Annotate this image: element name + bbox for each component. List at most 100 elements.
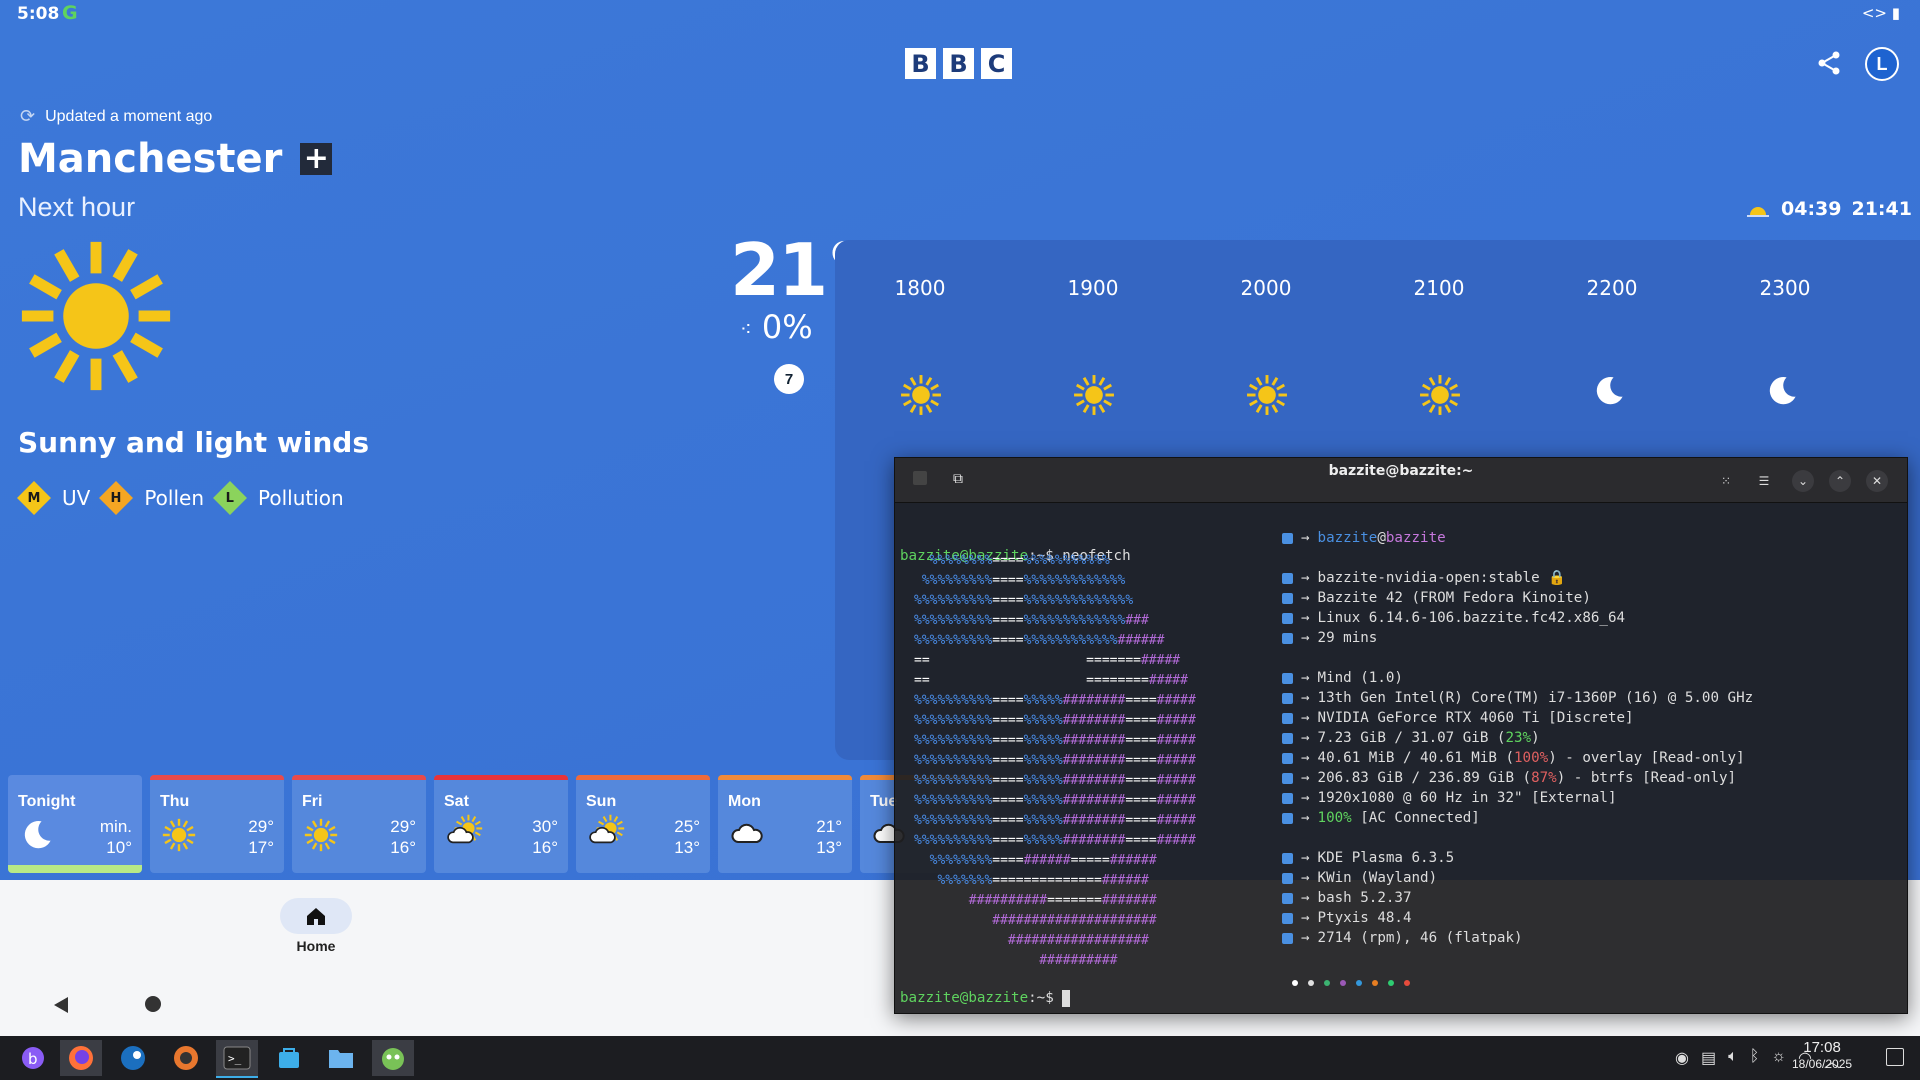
file-manager-icon[interactable] [320,1040,362,1076]
day-name: Thu [160,793,190,810]
refresh-icon[interactable]: ⟳ [20,106,35,127]
day-lo: 16° [532,838,558,857]
ascii-fragment: %%%%% [1023,713,1063,728]
day-hi: 25° [674,817,700,836]
info-row: → bazzite@bazzite [1282,528,1753,548]
info-text: 2714 (rpm), 46 (flatpak) [1317,930,1523,946]
app-launcher-icon[interactable]: b [12,1040,54,1076]
ascii-fragment: ###### [1101,873,1149,888]
arrow: → [1301,910,1310,926]
text-cursor [1062,989,1071,1007]
ascii-fragment: ##### [1148,673,1188,688]
info-row: → NVIDIA GeForce RTX 4060 Ti [Discrete] [1282,708,1753,728]
back-icon[interactable] [52,996,70,1014]
waydroid-icon[interactable] [372,1040,414,1076]
ascii-fragment: %%%%%%%%%% [914,593,993,608]
ascii-fragment: ###### [1109,853,1157,868]
add-location-button[interactable]: + [300,143,333,175]
ascii-fragment: ######## [1062,793,1126,808]
terminal-app-icon[interactable]: >_ [216,1040,258,1078]
home-nav-circle[interactable] [145,996,161,1012]
svg-text:>_: >_ [228,1052,242,1065]
badge-label[interactable]: Pollen [144,486,204,510]
info-row: → Ptyxis 48.4 [1282,908,1753,928]
discover-icon[interactable] [268,1040,310,1076]
minimize-icon[interactable]: ⌄ [1792,470,1814,492]
day-card[interactable]: Mon 21° 13° [718,775,852,873]
heroic-icon[interactable] [165,1040,207,1076]
nav-home-button[interactable] [280,898,352,934]
steam-tray-icon[interactable]: ◉ [1675,1048,1689,1072]
info-icon [1282,732,1293,744]
temperature-bar [434,775,568,780]
arrow: → [1301,810,1310,826]
day-card[interactable]: Sat 30° 16° [434,775,568,873]
day-card[interactable]: Tonight min. 10° [8,775,142,873]
sunset-time: 21:41 [1851,198,1912,220]
firefox-icon[interactable] [60,1040,102,1076]
steam-icon[interactable] [112,1040,154,1076]
info-row: → Linux 6.14.6-106.bazzite.fc42.x86_64 [1282,608,1753,628]
info-text: 13th Gen Intel(R) Core(TM) i7-1360P (16)… [1317,690,1754,706]
share-icon[interactable] [1816,50,1842,81]
ascii-fragment: ##### [1156,693,1196,708]
day-card[interactable]: Sun 25° 13° [576,775,710,873]
info-icon [1282,692,1293,704]
grid-icon[interactable]: ⁙ [1715,470,1737,492]
show-desktop-icon[interactable] [1886,1048,1904,1066]
ascii-fragment: %%%%%%%%% [914,573,993,588]
ascii-fragment: ##### [1156,753,1196,768]
ascii-fragment: ======= [1047,893,1102,908]
google-icon: G [62,2,78,24]
info-row: → 100% [AC Connected] [1282,808,1753,828]
volume-icon[interactable]: 🔈︎ [1728,1048,1738,1072]
info-row: → 13th Gen Intel(R) Core(TM) i7-1360P (16… [1282,688,1753,708]
badge-level: H [99,481,134,515]
terminal-content[interactable]: bazzite@bazzite:~$ neofetch %%%%%%%%====… [900,506,1907,1013]
period-label: Next hour [18,192,136,222]
ascii-fragment: ######## [1062,713,1126,728]
info-value: Ptyxis 48.4 [1318,908,1412,928]
close-icon[interactable]: ✕ [1866,470,1888,492]
hamburger-icon[interactable]: ☰ [1753,470,1775,492]
ascii-fragment: ######## [1062,813,1126,828]
badge-label[interactable]: Pollution [258,486,344,510]
clock-date: 18/06/2025 [1792,1057,1853,1071]
info-value: 13th Gen Intel(R) Core(TM) i7-1360P (16)… [1318,688,1754,708]
sun-icon [1073,374,1115,421]
bluetooth-icon[interactable]: ᛒ [1750,1048,1760,1072]
terminal-window[interactable]: bazzite@bazzite:~ ⧉ ⁙ ☰ ⌄ ⌃ ✕ bazzite@ba… [894,457,1908,1014]
info-text: 7.23 GiB / 31.07 GiB ( [1317,730,1506,746]
account-avatar[interactable]: L [1865,47,1899,81]
ascii-fragment: ==== [1125,733,1157,748]
sun-icon [1246,374,1288,421]
ascii-fragment: %%%%%%%%%%%%% [1023,613,1126,628]
clipboard-icon[interactable]: ▤ [1701,1048,1716,1072]
ascii-fragment: %%%%%%%%%% [914,713,993,728]
info-text: Bazzite 42 (FROM Fedora Kinoite) [1317,590,1591,606]
taskbar-clock[interactable]: 17:08 18/06/2025 [1792,1040,1852,1072]
ascii-fragment: ##### [1156,813,1196,828]
day-card[interactable]: Fri 29° 16° [292,775,426,873]
ascii-fragment: %%%%%%%%%% [914,613,993,628]
location-title: Manchester + [18,136,333,182]
info-value: 2714 (rpm), 46 (flatpak) [1318,928,1523,948]
info-text: KWin (Wayland) [1317,870,1438,886]
ascii-fragment: %%%%%%%%%% [914,633,993,648]
ascii-fragment: ==== [992,573,1024,588]
terminal-menu-icon[interactable] [913,471,927,485]
new-tab-icon[interactable]: ⧉ [953,470,963,487]
terminal-titlebar[interactable]: bazzite@bazzite:~ ⧉ ⁙ ☰ ⌄ ⌃ ✕ [895,458,1907,503]
bazzite-ascii-logo: %%%%%%%%====%%%%%%%%%%% %%%%%%%%%====%%%… [914,551,1196,971]
day-lo: 13° [674,838,700,857]
info-icon [1282,632,1293,644]
temperature-bar [576,775,710,780]
brightness-icon[interactable]: ☼ [1771,1048,1786,1072]
badge-label[interactable]: UV [62,486,90,510]
day-card[interactable]: Thu 29° 17° [150,775,284,873]
info-text: 100% [1317,810,1352,826]
arrow: → [1301,630,1310,646]
info-text: [AC Connected] [1351,810,1480,826]
maximize-icon[interactable]: ⌃ [1829,470,1851,492]
ascii-fragment: %%%%% [1023,693,1063,708]
